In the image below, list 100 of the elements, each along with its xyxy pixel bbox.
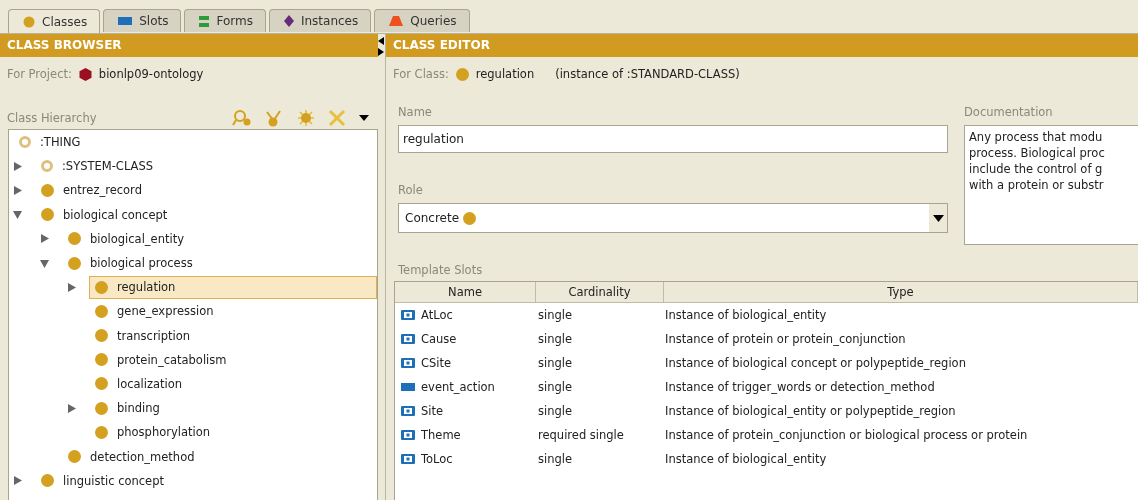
class-icon: [95, 401, 108, 415]
class-icon: [95, 353, 108, 367]
class-icon: [68, 256, 81, 270]
tab[interactable]: Classes: [8, 9, 101, 33]
collapsed-arrow-icon[interactable]: [40, 234, 49, 244]
table-cell: CSite: [395, 356, 535, 370]
table-cell-text: single: [537, 404, 574, 418]
circle-icon: [23, 15, 35, 28]
instance-slot-icon: [401, 310, 415, 320]
table-cell: ToLoc: [395, 452, 535, 466]
field-label: Role: [398, 183, 424, 197]
tab[interactable]: Forms: [184, 9, 266, 32]
class-icon: [95, 377, 108, 391]
table-cell: Cause: [395, 332, 535, 346]
equals-icon: [199, 15, 210, 27]
table-cell-text: single: [537, 356, 574, 370]
field-label: Documentation: [964, 105, 1054, 119]
panel-header: CLASS BROWSER: [0, 34, 378, 57]
triangle-icon: [389, 16, 404, 26]
system-class-icon: [19, 136, 31, 149]
tab[interactable]: Slots: [103, 9, 182, 32]
table-cell-text: Instance of biological_entity: [664, 308, 828, 322]
class-icon: [41, 474, 54, 488]
table-cell-text: Instance of biological concept or polypeptide_region: [664, 356, 967, 370]
table-cell: Site: [395, 404, 535, 418]
table-cell-text: single: [537, 308, 574, 322]
class-icon: [41, 183, 54, 197]
project-label: For Project:: [7, 67, 72, 81]
tree-item[interactable]: biological process: [62, 251, 377, 275]
diamond-icon: [283, 15, 294, 27]
instance-slot-icon: [401, 406, 415, 416]
class-icon: [68, 450, 81, 464]
tree-item[interactable]: gene_expression: [89, 299, 377, 323]
class-icon: [95, 304, 108, 318]
table-cell-text: single: [537, 380, 574, 394]
system-class-icon: [41, 160, 53, 173]
role-dropdown[interactable]: Concrete: [398, 203, 948, 233]
instance-slot-icon: [401, 358, 415, 368]
table-cell-text: single: [537, 332, 574, 346]
tree-item[interactable]: binding: [89, 396, 377, 420]
tree-item[interactable]: localization: [89, 372, 377, 396]
caret-icon[interactable]: [358, 114, 370, 122]
collapsed-arrow-icon[interactable]: [13, 185, 22, 195]
tree-item[interactable]: :SYSTEM-CLASS: [35, 154, 377, 178]
table-cell-text: Instance of protein or protein_conjunction: [664, 332, 907, 346]
class-name: regulation: [475, 67, 535, 81]
table-cell: AtLoc: [395, 308, 535, 322]
table-cell: event_action: [395, 380, 535, 394]
column-header[interactable]: Name: [395, 282, 536, 303]
hexagon-icon: [78, 67, 92, 81]
tab[interactable]: Instances: [268, 9, 372, 32]
tree-item[interactable]: biological concept: [35, 203, 377, 227]
instance-slot-icon: [401, 430, 415, 440]
tree-item[interactable]: phosphorylation: [89, 420, 377, 444]
expanded-arrow-icon[interactable]: [13, 210, 22, 220]
tree-item[interactable]: linguistic concept: [35, 469, 377, 493]
column-header[interactable]: Type: [664, 282, 1138, 303]
class-icon: [41, 208, 54, 222]
section-label: Template Slots: [398, 263, 484, 277]
collapsed-arrow-icon[interactable]: [13, 476, 22, 486]
tree-item[interactable]: :THING: [13, 130, 377, 154]
project-name: bionlp09-ontology: [98, 67, 204, 81]
tree-item[interactable]: detection_method: [62, 445, 377, 469]
panel-header: CLASS EDITOR: [386, 34, 1138, 57]
class-icon: [95, 425, 108, 439]
class-icon: [95, 329, 108, 343]
table-cell-text: Instance of trigger_words or detection_method: [664, 380, 936, 394]
instance-of-text: (instance of :STANDARD-CLASS): [555, 67, 740, 81]
name-field[interactable]: regulation: [398, 125, 948, 153]
collapsed-arrow-icon[interactable]: [67, 282, 76, 292]
field-label: Name: [398, 105, 433, 119]
documentation-field[interactable]: Any process that modu process. Biological proc include the control of g with a protein or substr: [964, 125, 1138, 245]
class-label: For Class:: [393, 67, 449, 81]
tree-item[interactable]: biological_entity: [62, 227, 377, 251]
table-cell: Theme: [395, 428, 535, 442]
slot-icon: [401, 383, 415, 391]
caret-icon: [932, 214, 944, 222]
class-icon: [95, 280, 108, 294]
class-icon: [463, 211, 477, 225]
splitter-arrows-icon[interactable]: [378, 37, 385, 57]
table-cell-text: Instance of protein_conjunction or biological process or protein: [664, 428, 1029, 442]
section-label: Class Hierarchy: [7, 111, 97, 125]
tree-item[interactable]: protein_catabolism: [89, 348, 377, 372]
table-cell-text: Instance of biological_entity or polypeptide_region: [664, 404, 957, 418]
tab[interactable]: Queries: [374, 9, 470, 32]
instance-slot-icon: [401, 334, 415, 344]
rectangle-icon: [118, 17, 133, 25]
tree-item[interactable]: transcription: [89, 324, 377, 348]
tree-item[interactable]: entrez_record: [35, 178, 377, 202]
instance-slot-icon: [401, 454, 415, 464]
column-header[interactable]: Cardinality: [536, 282, 664, 303]
collapsed-arrow-icon[interactable]: [13, 161, 22, 171]
collapsed-arrow-icon[interactable]: [67, 403, 76, 413]
class-icon: [68, 232, 81, 246]
class-icon: [455, 67, 469, 81]
table-cell-text: single: [537, 452, 574, 466]
table-cell-text: Instance of biological_entity: [664, 452, 828, 466]
table-cell-text: required single: [537, 428, 625, 442]
tree-item[interactable]: regulation: [89, 275, 377, 299]
expanded-arrow-icon[interactable]: [40, 258, 49, 268]
